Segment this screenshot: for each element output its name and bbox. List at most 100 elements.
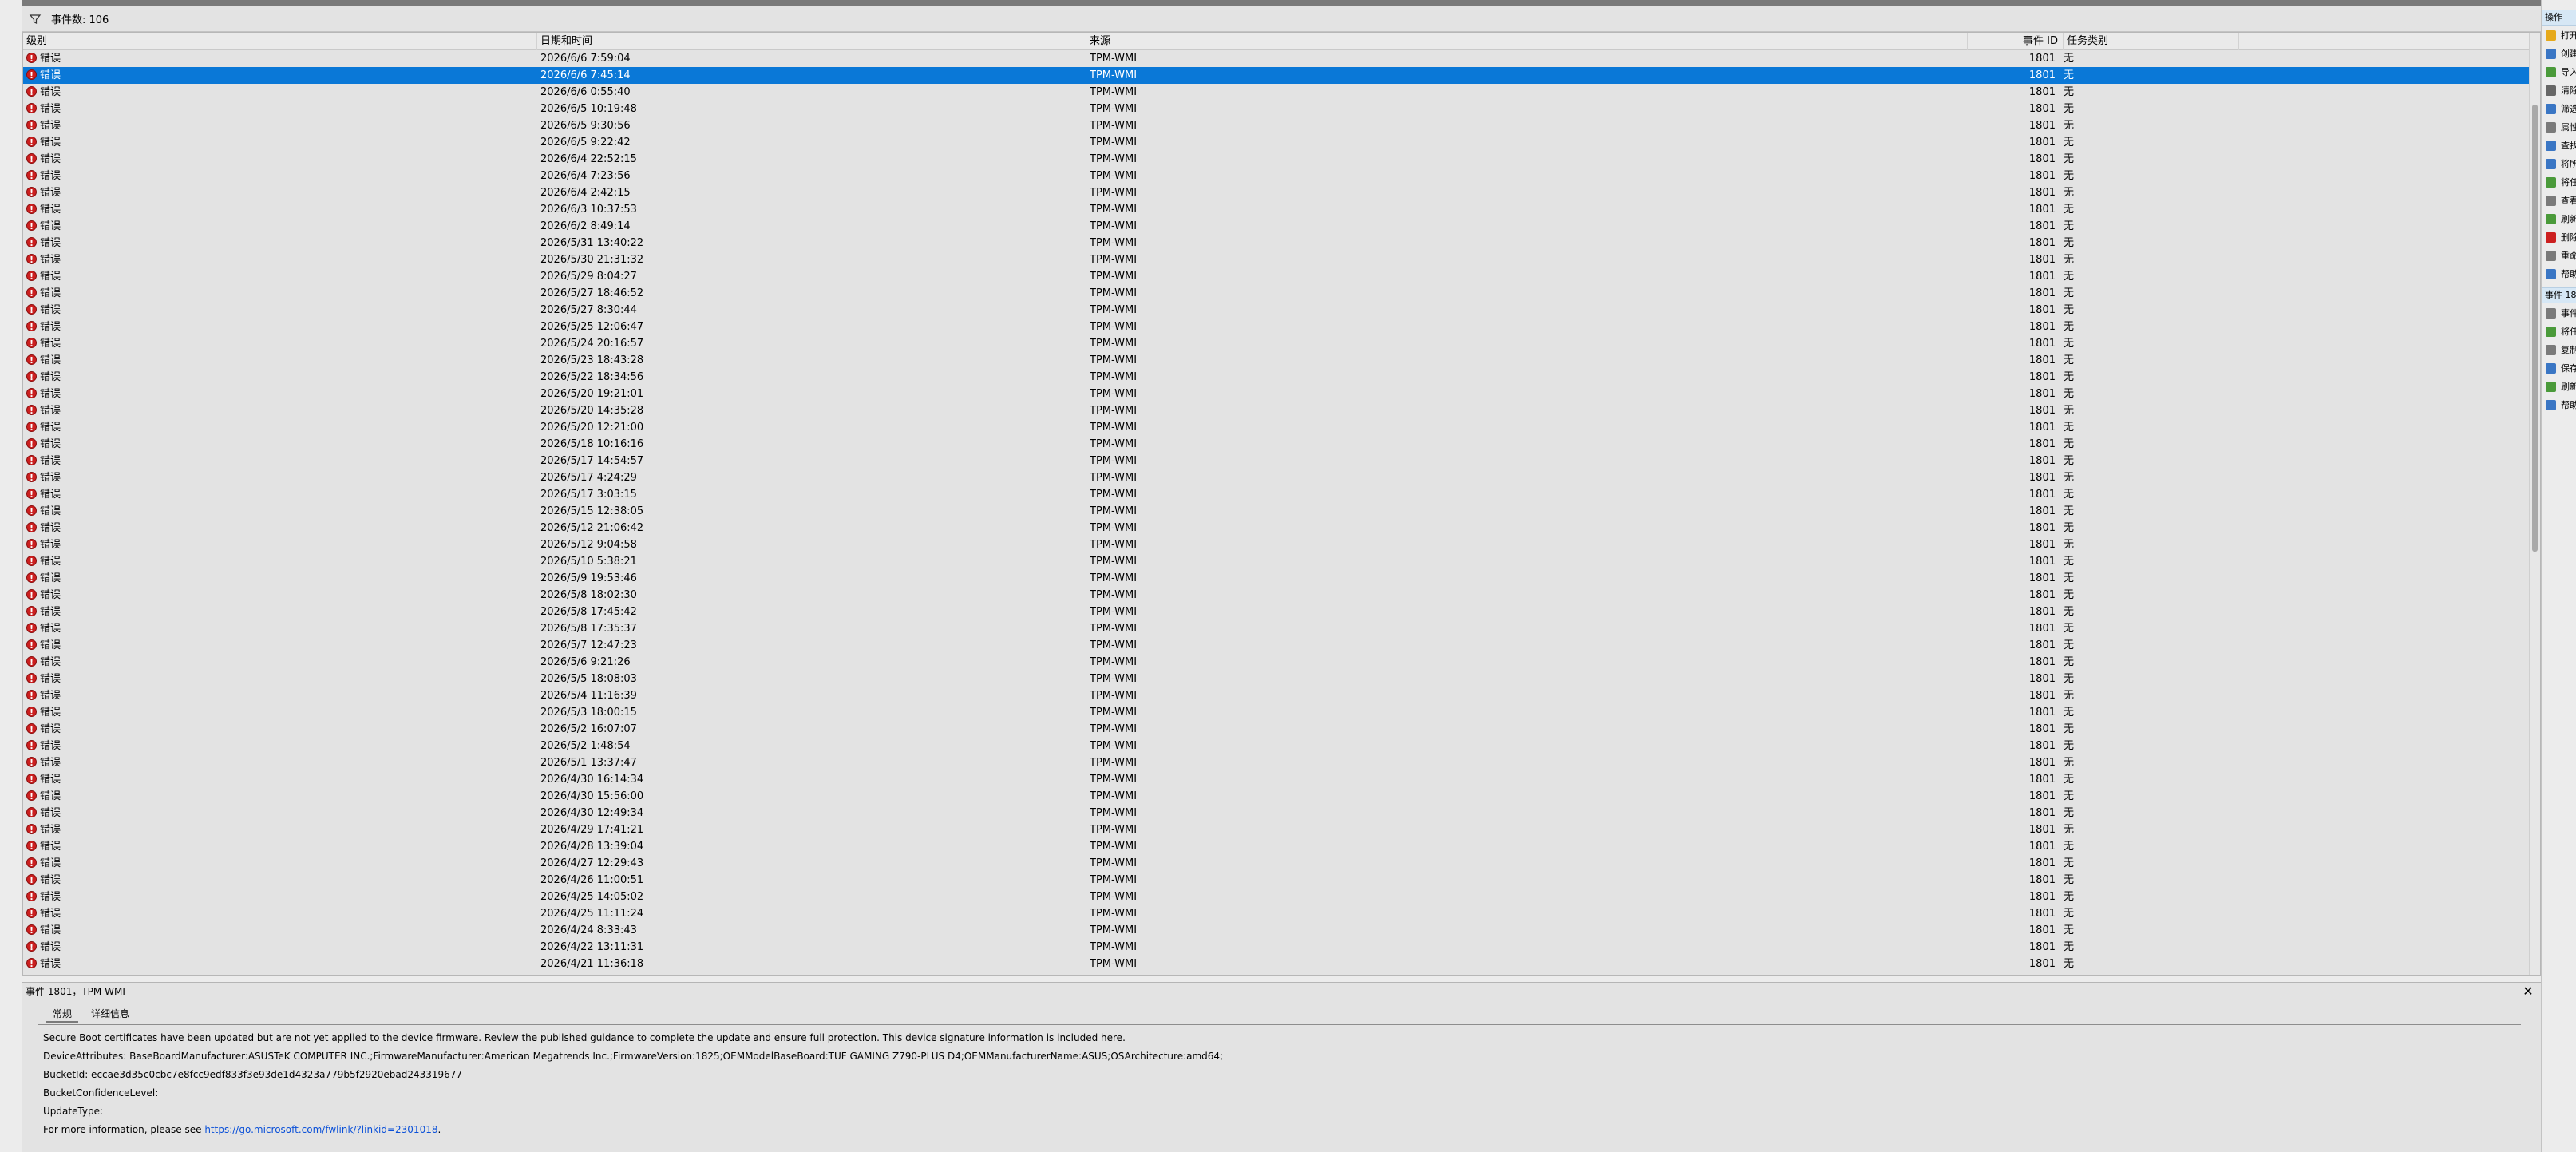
- column-header-datetime[interactable]: 日期和时间: [537, 33, 1086, 50]
- tab-general[interactable]: 常规: [46, 1005, 79, 1023]
- table-row[interactable]: 错误 2026/6/6 7:45:14 TPM-WMI 1801 无: [23, 67, 2530, 84]
- table-row[interactable]: 错误 2026/6/5 10:19:48 TPM-WMI 1801 无: [23, 101, 2530, 117]
- action-item[interactable]: 将任: [2542, 174, 2576, 192]
- table-row[interactable]: 错误 2026/6/5 9:22:42 TPM-WMI 1801 无: [23, 134, 2530, 151]
- table-row[interactable]: 错误 2026/5/12 21:06:42 TPM-WMI 1801 无: [23, 520, 2530, 536]
- close-icon[interactable]: ✕: [2520, 984, 2536, 1000]
- level-text: 错误: [40, 874, 61, 886]
- error-icon: [26, 754, 37, 771]
- action-item[interactable]: 将所: [2542, 156, 2576, 173]
- source-cell: TPM-WMI: [1090, 287, 1138, 299]
- table-row[interactable]: 错误 2026/4/26 11:00:51 TPM-WMI 1801 无: [23, 872, 2530, 889]
- action-item[interactable]: 保存: [2542, 360, 2576, 378]
- datetime-cell: 2026/4/30 16:14:34: [540, 774, 644, 786]
- table-row[interactable]: 错误 2026/5/10 5:38:21 TPM-WMI 1801 无: [23, 553, 2530, 570]
- table-row[interactable]: 错误 2026/6/2 8:49:14 TPM-WMI 1801 无: [23, 218, 2530, 235]
- table-row[interactable]: 错误 2026/5/5 18:08:03 TPM-WMI 1801 无: [23, 671, 2530, 687]
- table-row[interactable]: 错误 2026/5/31 13:40:22 TPM-WMI 1801 无: [23, 235, 2530, 251]
- table-row[interactable]: 错误 2026/4/25 11:11:24 TPM-WMI 1801 无: [23, 905, 2530, 922]
- action-item[interactable]: 将任: [2542, 323, 2576, 341]
- column-header-level[interactable]: 级别: [23, 33, 537, 50]
- column-header-source[interactable]: 来源: [1086, 33, 1968, 50]
- table-row[interactable]: 错误 2026/4/25 14:05:02 TPM-WMI 1801 无: [23, 889, 2530, 905]
- vertical-scrollbar[interactable]: [2529, 33, 2540, 975]
- table-row[interactable]: 错误 2026/4/30 16:14:34 TPM-WMI 1801 无: [23, 771, 2530, 788]
- action-item[interactable]: 查看: [2542, 192, 2576, 210]
- table-row[interactable]: 错误 2026/5/18 10:16:16 TPM-WMI 1801 无: [23, 436, 2530, 453]
- event-list[interactable]: 级别 日期和时间 来源 事件 ID 任务类别 错误 2026/6/6 7:59:0…: [22, 32, 2541, 976]
- table-row[interactable]: 错误 2026/5/12 9:04:58 TPM-WMI 1801 无: [23, 536, 2530, 553]
- table-row[interactable]: 错误 2026/5/4 11:16:39 TPM-WMI 1801 无: [23, 687, 2530, 704]
- table-row[interactable]: 错误 2026/5/2 16:07:07 TPM-WMI 1801 无: [23, 721, 2530, 738]
- action-item[interactable]: 复制: [2542, 342, 2576, 359]
- action-item[interactable]: 打开: [2542, 27, 2576, 45]
- table-row[interactable]: 错误 2026/4/30 12:49:34 TPM-WMI 1801 无: [23, 805, 2530, 821]
- table-row[interactable]: 错误 2026/5/1 13:37:47 TPM-WMI 1801 无: [23, 754, 2530, 771]
- table-row[interactable]: 错误 2026/5/8 17:35:37 TPM-WMI 1801 无: [23, 620, 2530, 637]
- table-row[interactable]: 错误 2026/5/15 12:38:05 TPM-WMI 1801 无: [23, 503, 2530, 520]
- action-item[interactable]: 重命: [2542, 247, 2576, 265]
- table-row[interactable]: 错误 2026/4/22 13:11:31 TPM-WMI 1801 无: [23, 939, 2530, 956]
- table-row[interactable]: 错误 2026/5/17 3:03:15 TPM-WMI 1801 无: [23, 486, 2530, 503]
- table-row[interactable]: 错误 2026/4/30 15:56:00 TPM-WMI 1801 无: [23, 788, 2530, 805]
- more-info-link[interactable]: https://go.microsoft.com/fwlink/?linkid=…: [204, 1124, 437, 1135]
- level-text: 错误: [40, 891, 61, 903]
- table-row[interactable]: 错误 2026/6/6 7:59:04 TPM-WMI 1801 无: [23, 50, 2530, 67]
- table-row[interactable]: 错误 2026/5/6 9:21:26 TPM-WMI 1801 无: [23, 654, 2530, 671]
- action-item[interactable]: 帮助: [2542, 397, 2576, 414]
- tab-details[interactable]: 详细信息: [85, 1005, 136, 1023]
- task-category-cell: 无: [2064, 505, 2075, 517]
- table-row[interactable]: 错误 2026/6/4 2:42:15 TPM-WMI 1801 无: [23, 184, 2530, 201]
- action-item[interactable]: 创建: [2542, 46, 2576, 63]
- table-row[interactable]: 错误 2026/5/17 14:54:57 TPM-WMI 1801 无: [23, 453, 2530, 469]
- table-row[interactable]: 错误 2026/5/9 19:53:46 TPM-WMI 1801 无: [23, 570, 2530, 587]
- table-row[interactable]: 错误 2026/5/8 17:45:42 TPM-WMI 1801 无: [23, 604, 2530, 620]
- filter-icon[interactable]: [29, 13, 42, 26]
- table-row[interactable]: 错误 2026/5/27 18:46:52 TPM-WMI 1801 无: [23, 285, 2530, 302]
- table-row[interactable]: 错误 2026/4/24 8:33:43 TPM-WMI 1801 无: [23, 922, 2530, 939]
- action-item[interactable]: 事件: [2542, 305, 2576, 323]
- table-row[interactable]: 错误 2026/5/23 18:43:28 TPM-WMI 1801 无: [23, 352, 2530, 369]
- action-item[interactable]: 查找: [2542, 137, 2576, 155]
- table-row[interactable]: 错误 2026/4/28 13:39:04 TPM-WMI 1801 无: [23, 838, 2530, 855]
- table-row[interactable]: 错误 2026/5/24 20:16:57 TPM-WMI 1801 无: [23, 335, 2530, 352]
- table-row[interactable]: 错误 2026/6/3 10:37:53 TPM-WMI 1801 无: [23, 201, 2530, 218]
- action-item[interactable]: 刷新: [2542, 211, 2576, 228]
- table-row[interactable]: 错误 2026/6/5 9:30:56 TPM-WMI 1801 无: [23, 117, 2530, 134]
- table-row[interactable]: 错误 2026/6/4 22:52:15 TPM-WMI 1801 无: [23, 151, 2530, 168]
- table-row[interactable]: 错误 2026/5/2 1:48:54 TPM-WMI 1801 无: [23, 738, 2530, 754]
- table-row[interactable]: 错误 2026/5/3 18:00:15 TPM-WMI 1801 无: [23, 704, 2530, 721]
- table-row[interactable]: 错误 2026/4/29 17:41:21 TPM-WMI 1801 无: [23, 821, 2530, 838]
- column-header-task[interactable]: 任务类别: [2064, 33, 2239, 50]
- actions-section-header[interactable]: 操作: [2542, 10, 2576, 26]
- column-header-event-id[interactable]: 事件 ID: [1968, 33, 2064, 50]
- table-row[interactable]: 错误 2026/5/17 4:24:29 TPM-WMI 1801 无: [23, 469, 2530, 486]
- table-row[interactable]: 错误 2026/5/7 12:47:23 TPM-WMI 1801 无: [23, 637, 2530, 654]
- action-item[interactable]: 导入: [2542, 64, 2576, 81]
- table-row[interactable]: 错误 2026/5/8 18:02:30 TPM-WMI 1801 无: [23, 587, 2530, 604]
- table-row[interactable]: 错误 2026/5/29 8:04:27 TPM-WMI 1801 无: [23, 268, 2530, 285]
- action-item[interactable]: 帮助: [2542, 266, 2576, 283]
- delete-icon: [2546, 232, 2556, 243]
- action-item[interactable]: 属性: [2542, 119, 2576, 137]
- scrollbar-thumb[interactable]: [2532, 105, 2538, 552]
- table-row[interactable]: 错误 2026/6/4 7:23:56 TPM-WMI 1801 无: [23, 168, 2530, 184]
- action-item[interactable]: 刷新: [2542, 378, 2576, 396]
- action-item[interactable]: 删除: [2542, 229, 2576, 247]
- table-row[interactable]: 错误 2026/5/20 19:21:01 TPM-WMI 1801 无: [23, 386, 2530, 402]
- table-row[interactable]: 错误 2026/6/6 0:55:40 TPM-WMI 1801 无: [23, 84, 2530, 101]
- table-row[interactable]: 错误 2026/5/27 8:30:44 TPM-WMI 1801 无: [23, 302, 2530, 319]
- task-category-cell: 无: [2064, 924, 2075, 936]
- table-row[interactable]: 错误 2026/5/20 14:35:28 TPM-WMI 1801 无: [23, 402, 2530, 419]
- table-row[interactable]: 错误 2026/4/21 11:36:18 TPM-WMI 1801 无: [23, 956, 2530, 972]
- table-row[interactable]: 错误 2026/5/25 12:06:47 TPM-WMI 1801 无: [23, 319, 2530, 335]
- table-row[interactable]: 错误 2026/4/27 12:29:43 TPM-WMI 1801 无: [23, 855, 2530, 872]
- actions-section-header[interactable]: 事件 1801: [2542, 287, 2576, 303]
- table-row[interactable]: 错误 2026/5/20 12:21:00 TPM-WMI 1801 无: [23, 419, 2530, 436]
- task-category-cell: 无: [2064, 204, 2075, 216]
- table-row[interactable]: 错误 2026/5/30 21:31:32 TPM-WMI 1801 无: [23, 251, 2530, 268]
- action-item[interactable]: 筛选: [2542, 101, 2576, 118]
- level-cell: 错误: [26, 251, 537, 268]
- table-row[interactable]: 错误 2026/5/22 18:34:56 TPM-WMI 1801 无: [23, 369, 2530, 386]
- action-item[interactable]: 清除: [2542, 82, 2576, 100]
